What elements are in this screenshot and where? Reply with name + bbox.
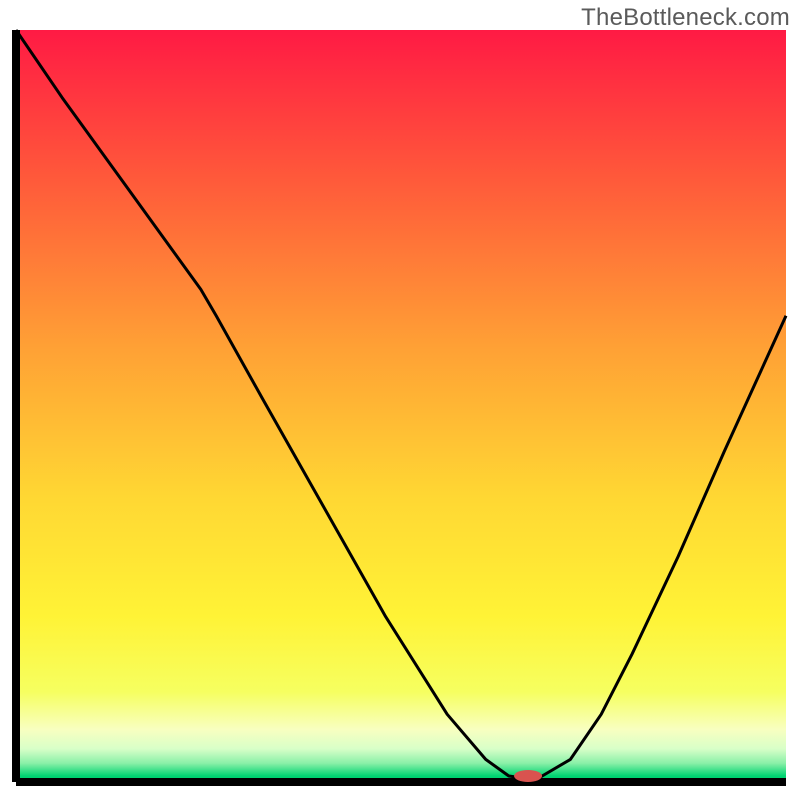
plot-background [16,30,786,782]
optimal-marker [514,770,542,782]
bottleneck-chart [0,0,800,800]
chart-container: TheBottleneck.com [0,0,800,800]
